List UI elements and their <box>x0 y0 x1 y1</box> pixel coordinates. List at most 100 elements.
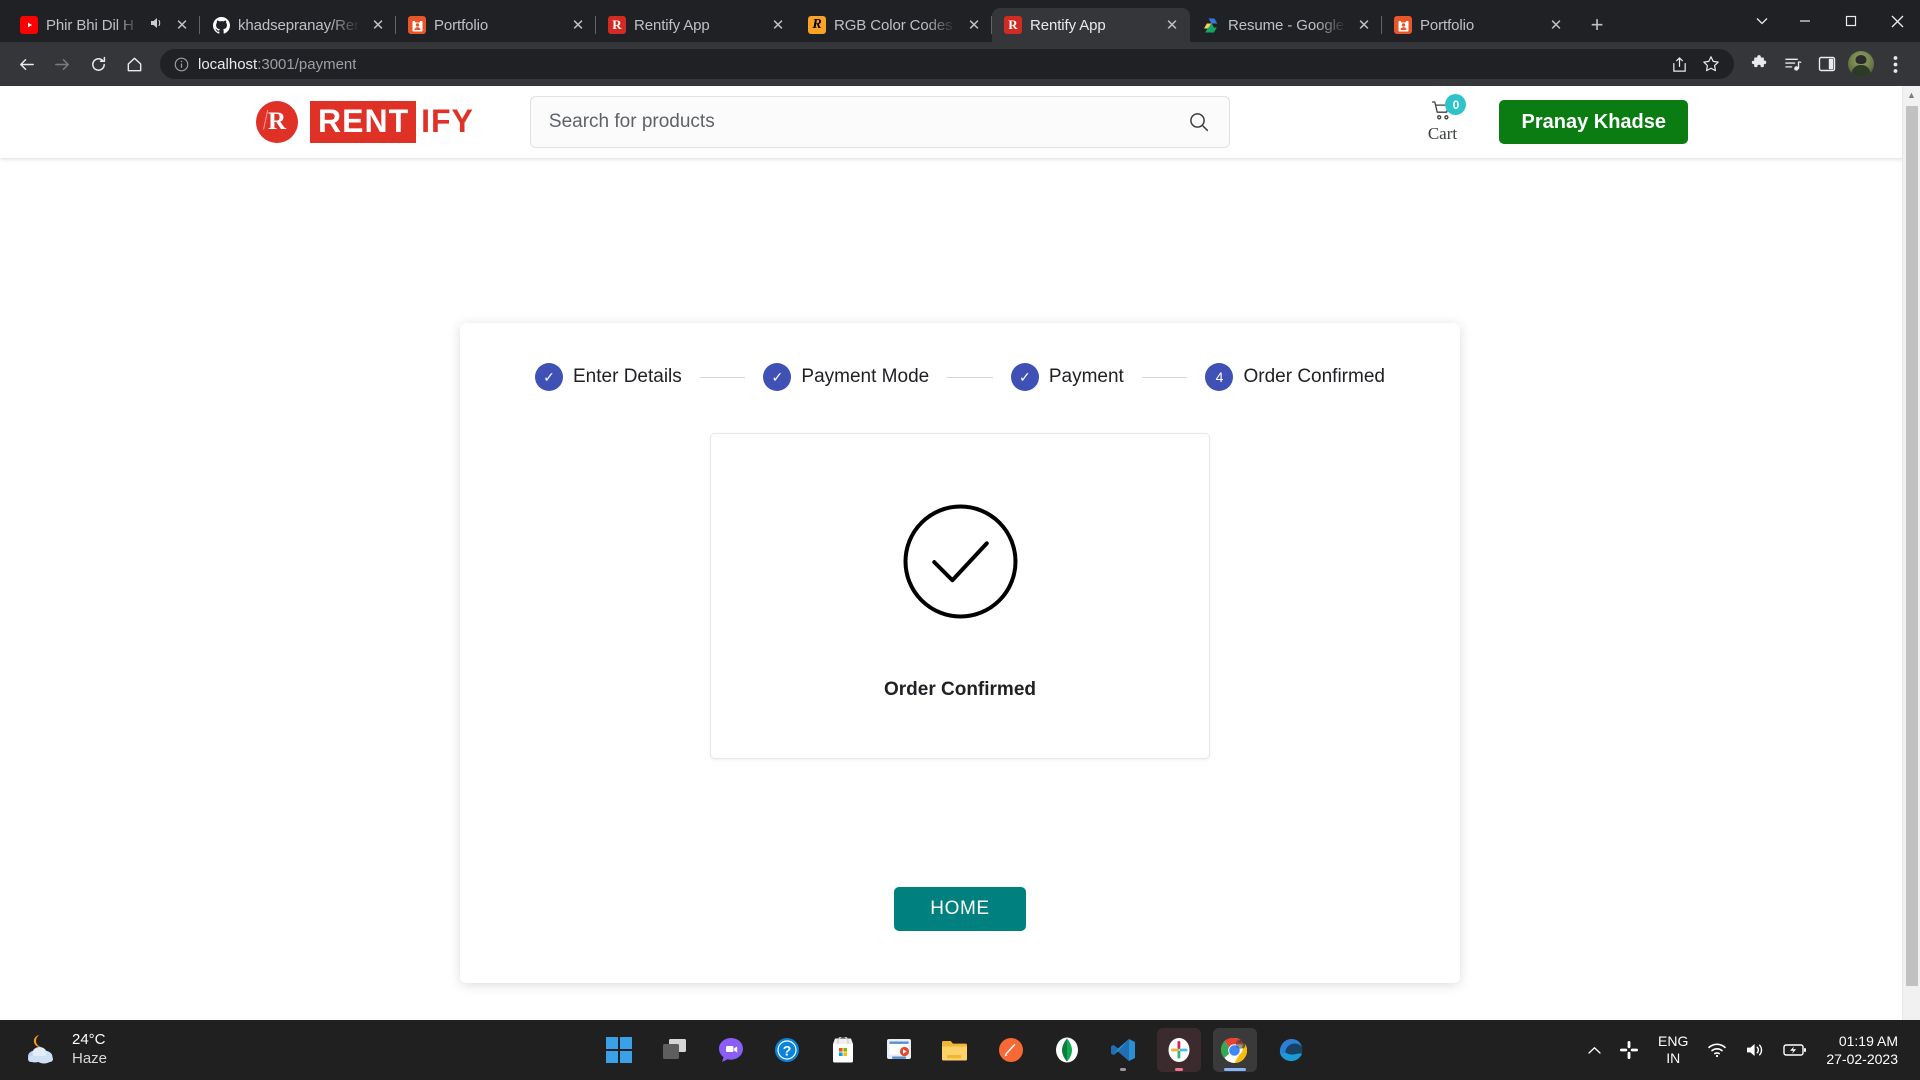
tab-mute-icon[interactable] <box>148 15 164 35</box>
browser-tab[interactable]: khadsepranay/Rer ✕ <box>200 8 396 42</box>
night-cloud-icon <box>22 1031 60 1069</box>
tab-close-button[interactable]: ✕ <box>1546 15 1566 35</box>
taskbar-apps: ? <box>330 1028 1579 1072</box>
stepper-step-payment[interactable]: ✓ Payment <box>1011 363 1124 391</box>
tab-close-button[interactable]: ✕ <box>768 15 788 35</box>
visual-studio-code-icon[interactable] <box>1101 1028 1145 1072</box>
browser-tab[interactable]: R Rentify App ✕ <box>596 8 796 42</box>
wifi-icon[interactable] <box>1698 1028 1736 1072</box>
tab-close-button[interactable]: ✕ <box>964 15 984 35</box>
battery-charging-icon[interactable] <box>1774 1028 1816 1072</box>
help-icon[interactable]: ? <box>765 1028 809 1072</box>
chat-teams-icon[interactable] <box>709 1028 753 1072</box>
minimize-button[interactable] <box>1782 0 1828 42</box>
weather-widget[interactable]: 24°C Haze <box>0 1031 330 1069</box>
tab-close-button[interactable]: ✕ <box>172 15 192 35</box>
search-icon[interactable] <box>1187 110 1211 134</box>
cart-button[interactable]: 0 Cart <box>1419 100 1465 144</box>
address-bar[interactable]: localhost:3001/payment <box>160 49 1734 79</box>
system-tray: ENG IN 01:19 AM 27-02-2023 <box>1579 1028 1920 1072</box>
scrollbar-thumb[interactable] <box>1906 106 1918 986</box>
browser-toolbar: localhost:3001/payment <box>0 42 1920 86</box>
browser-tab[interactable]: Resume - Google ✕ <box>1190 8 1382 42</box>
step-label: Enter Details <box>573 366 682 388</box>
browser-tab[interactable]: Portfolio ✕ <box>1382 8 1574 42</box>
remote-desktop-icon[interactable] <box>877 1028 921 1072</box>
side-panel-icon[interactable] <box>1812 49 1842 79</box>
bookmark-star-icon[interactable] <box>1700 53 1722 75</box>
reading-list-icon[interactable] <box>1778 49 1808 79</box>
step-marker: 4 <box>1205 363 1233 391</box>
tab-title: Portfolio <box>434 17 560 34</box>
brand-word-b: IFY <box>416 101 478 143</box>
task-view-button[interactable] <box>653 1028 697 1072</box>
start-button[interactable] <box>597 1028 641 1072</box>
browser-tab[interactable]: Portfolio ✕ <box>396 8 596 42</box>
share-icon[interactable] <box>1668 53 1690 75</box>
browser-tab[interactable]: R RGB Color Codes ✕ <box>796 8 992 42</box>
step-label: Payment Mode <box>801 366 929 388</box>
step-label: Payment <box>1049 366 1124 388</box>
tray-overflow-button[interactable] <box>1579 1028 1610 1072</box>
clock-date: 27-02-2023 <box>1826 1050 1898 1068</box>
extensions-puzzle-icon[interactable] <box>1744 49 1774 79</box>
stepper-connector <box>947 377 993 378</box>
tab-title: Rentify App <box>634 17 760 34</box>
back-button[interactable] <box>10 48 42 80</box>
postman-icon[interactable] <box>989 1028 1033 1072</box>
browser-tab[interactable]: Phir Bhi Dil H ✕ <box>8 8 200 42</box>
slack-tray-icon[interactable] <box>1610 1028 1648 1072</box>
scroll-up-arrow[interactable]: ▲ <box>1903 86 1920 103</box>
step-marker: ✓ <box>763 363 791 391</box>
tab-title: Rentify App <box>1030 17 1154 34</box>
site-header: R RENTIFY 0 Cart <box>0 86 1920 158</box>
home-button[interactable] <box>118 48 150 80</box>
brand-wordmark: RENTIFY <box>310 101 478 143</box>
chrome-menu-icon[interactable] <box>1880 49 1910 79</box>
youtube-icon <box>20 16 38 34</box>
tab-title: RGB Color Codes <box>834 17 956 34</box>
window-controls <box>1742 0 1920 42</box>
github-icon <box>212 16 230 34</box>
tab-close-button[interactable]: ✕ <box>568 15 588 35</box>
search-input[interactable] <box>549 111 1187 133</box>
forward-button[interactable] <box>46 48 78 80</box>
tab-title: Resume - Google <box>1228 17 1346 34</box>
home-button[interactable]: HOME <box>894 887 1025 931</box>
new-tab-button[interactable]: + <box>1580 8 1614 42</box>
rgb-icon: R <box>808 16 826 34</box>
close-button[interactable] <box>1874 0 1920 42</box>
page-scrollbar[interactable]: ▲ <box>1902 86 1920 1020</box>
language-indicator[interactable]: ENG IN <box>1648 1033 1698 1068</box>
browser-tab-active[interactable]: R Rentify App ✕ <box>992 8 1190 42</box>
rentify-icon: R <box>608 16 626 34</box>
stepper-step-payment-mode[interactable]: ✓ Payment Mode <box>763 363 929 391</box>
tab-title: Portfolio <box>1420 17 1538 34</box>
stepper-step-enter-details[interactable]: ✓ Enter Details <box>535 363 682 391</box>
volume-icon[interactable] <box>1736 1028 1774 1072</box>
microsoft-edge-icon[interactable] <box>1269 1028 1313 1072</box>
url-path: :3001/payment <box>257 56 356 73</box>
profile-avatar[interactable] <box>1846 49 1876 79</box>
language-secondary: IN <box>1666 1050 1680 1068</box>
slack-icon[interactable] <box>1157 1028 1201 1072</box>
clock-widget[interactable]: 01:19 AM 27-02-2023 <box>1816 1032 1906 1068</box>
google-chrome-icon[interactable] <box>1213 1028 1257 1072</box>
search-box[interactable] <box>530 96 1230 148</box>
mongodb-compass-icon[interactable] <box>1045 1028 1089 1072</box>
maximize-button[interactable] <box>1828 0 1874 42</box>
clock-time: 01:19 AM <box>1839 1032 1898 1050</box>
rentify-logo[interactable]: R RENTIFY <box>256 101 478 143</box>
microsoft-store-icon[interactable] <box>821 1028 865 1072</box>
tab-close-button[interactable]: ✕ <box>1162 15 1182 35</box>
site-info-icon[interactable] <box>172 55 190 73</box>
tab-close-button[interactable]: ✕ <box>368 15 388 35</box>
user-account-button[interactable]: Pranay Khadse <box>1499 100 1688 144</box>
reload-button[interactable] <box>82 48 114 80</box>
header-actions: 0 Cart Pranay Khadse <box>1419 100 1920 144</box>
tab-strip: Phir Bhi Dil H ✕ khadsepranay/Rer ✕ Port… <box>0 0 1920 42</box>
tab-close-button[interactable]: ✕ <box>1354 15 1374 35</box>
file-explorer-icon[interactable] <box>933 1028 977 1072</box>
stepper-step-order-confirmed[interactable]: 4 Order Confirmed <box>1205 363 1385 391</box>
tab-search-icon[interactable] <box>1742 0 1782 42</box>
